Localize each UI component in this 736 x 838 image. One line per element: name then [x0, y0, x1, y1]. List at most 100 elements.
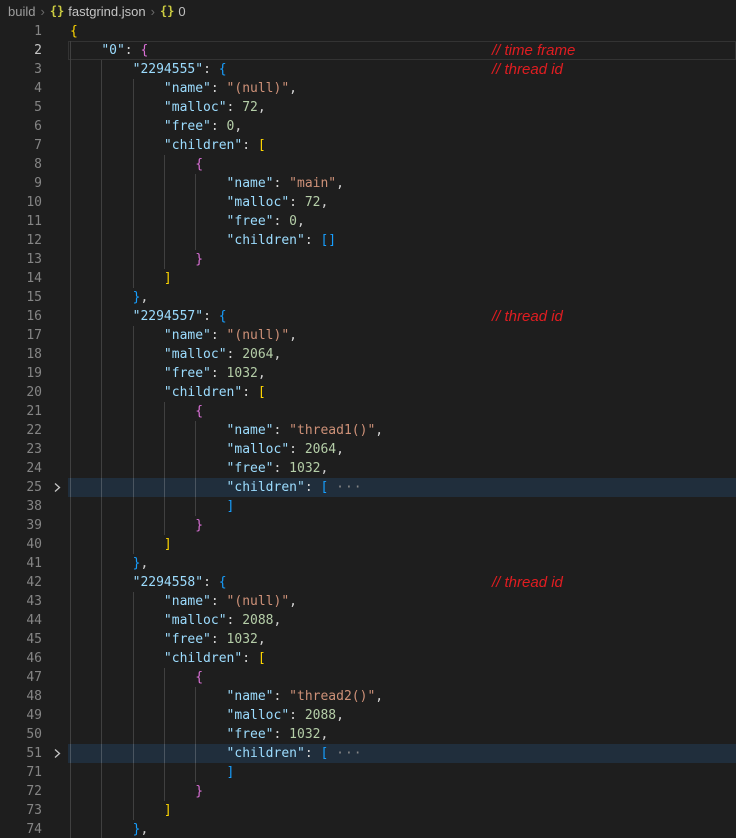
- line-number[interactable]: 14: [0, 269, 46, 288]
- line-number[interactable]: 19: [0, 364, 46, 383]
- line-number[interactable]: 51: [0, 744, 46, 763]
- code-content[interactable]: "0": {// time frame: [68, 41, 736, 60]
- line-number[interactable]: 2: [0, 41, 46, 60]
- code-content[interactable]: ]: [68, 801, 736, 820]
- line-number[interactable]: 18: [0, 345, 46, 364]
- line-number[interactable]: 48: [0, 687, 46, 706]
- folded-code-content[interactable]: "children": [ ···: [68, 744, 736, 763]
- code-content[interactable]: "free": 0,: [68, 212, 736, 231]
- indent-guide: [101, 459, 103, 478]
- line-number[interactable]: 8: [0, 155, 46, 174]
- line-number[interactable]: 11: [0, 212, 46, 231]
- breadcrumb-item-symbol[interactable]: 0: [178, 4, 185, 19]
- code-content[interactable]: "name": "(null)",: [68, 79, 736, 98]
- folded-code-content[interactable]: "children": [ ···: [68, 478, 736, 497]
- line-number[interactable]: 22: [0, 421, 46, 440]
- line-number[interactable]: 5: [0, 98, 46, 117]
- code-content[interactable]: ]: [68, 763, 736, 782]
- code-content[interactable]: "children": []: [68, 231, 736, 250]
- code-content[interactable]: }: [68, 516, 736, 535]
- line-number[interactable]: 3: [0, 60, 46, 79]
- code-content[interactable]: "children": [: [68, 136, 736, 155]
- line-number[interactable]: 49: [0, 706, 46, 725]
- line-number[interactable]: 21: [0, 402, 46, 421]
- code-content[interactable]: },: [68, 288, 736, 307]
- indent-guide: [70, 193, 71, 212]
- code-content[interactable]: ]: [68, 497, 736, 516]
- code-content[interactable]: "malloc": 72,: [68, 98, 736, 117]
- code-content[interactable]: },: [68, 554, 736, 573]
- line-number[interactable]: 25: [0, 478, 46, 497]
- code-content[interactable]: "2294555": {// thread id: [68, 60, 736, 79]
- fold-gutter[interactable]: [46, 478, 68, 497]
- line-number[interactable]: 40: [0, 535, 46, 554]
- line-number[interactable]: 47: [0, 668, 46, 687]
- line-number[interactable]: 1: [0, 22, 46, 41]
- code-content[interactable]: },: [68, 820, 736, 838]
- code-content[interactable]: }: [68, 250, 736, 269]
- code-content[interactable]: {: [68, 22, 736, 41]
- line-number[interactable]: 72: [0, 782, 46, 801]
- fold-chevron-icon[interactable]: [52, 482, 62, 493]
- code-content[interactable]: "2294558": {// thread id: [68, 573, 736, 592]
- code-content[interactable]: "malloc": 72,: [68, 193, 736, 212]
- code-content[interactable]: "2294557": {// thread id: [68, 307, 736, 326]
- code-content[interactable]: "malloc": 2088,: [68, 611, 736, 630]
- line-number[interactable]: 9: [0, 174, 46, 193]
- code-content[interactable]: {: [68, 668, 736, 687]
- line-number[interactable]: 4: [0, 79, 46, 98]
- line-number[interactable]: 41: [0, 554, 46, 573]
- line-number[interactable]: 46: [0, 649, 46, 668]
- code-content[interactable]: "name": "(null)",: [68, 592, 736, 611]
- line-number[interactable]: 50: [0, 725, 46, 744]
- line-number[interactable]: 20: [0, 383, 46, 402]
- code-content[interactable]: "name": "thread1()",: [68, 421, 736, 440]
- line-number[interactable]: 6: [0, 117, 46, 136]
- code-content[interactable]: ]: [68, 269, 736, 288]
- fold-ellipsis[interactable]: ···: [336, 480, 362, 495]
- line-number[interactable]: 16: [0, 307, 46, 326]
- code-content[interactable]: {: [68, 155, 736, 174]
- editor[interactable]: 1 {2 "0": {// time frame 3 "2294555": {// …: [0, 22, 736, 838]
- line-number[interactable]: 23: [0, 440, 46, 459]
- line-number[interactable]: 13: [0, 250, 46, 269]
- indent-guide: [132, 440, 134, 459]
- line-number[interactable]: 73: [0, 801, 46, 820]
- fold-ellipsis[interactable]: ···: [336, 746, 362, 761]
- line-number[interactable]: 45: [0, 630, 46, 649]
- code-content[interactable]: }: [68, 782, 736, 801]
- line-number[interactable]: 7: [0, 136, 46, 155]
- line-number[interactable]: 42: [0, 573, 46, 592]
- line-number[interactable]: 12: [0, 231, 46, 250]
- code-content[interactable]: "free": 1032,: [68, 364, 736, 383]
- code-content[interactable]: "name": "(null)",: [68, 326, 736, 345]
- code-content[interactable]: "free": 0,: [68, 117, 736, 136]
- code-content[interactable]: "free": 1032,: [68, 630, 736, 649]
- code-content[interactable]: "free": 1032,: [68, 459, 736, 478]
- line-number[interactable]: 43: [0, 592, 46, 611]
- line-number[interactable]: 15: [0, 288, 46, 307]
- fold-chevron-icon[interactable]: [52, 748, 62, 759]
- line-number[interactable]: 39: [0, 516, 46, 535]
- breadcrumb-item-file[interactable]: fastgrind.json: [68, 4, 145, 19]
- code-content[interactable]: "name": "main",: [68, 174, 736, 193]
- code-content[interactable]: "malloc": 2064,: [68, 345, 736, 364]
- code-content[interactable]: {: [68, 402, 736, 421]
- code-content[interactable]: "children": [: [68, 649, 736, 668]
- line-number[interactable]: 38: [0, 497, 46, 516]
- code-content[interactable]: "name": "thread2()",: [68, 687, 736, 706]
- code-content[interactable]: "free": 1032,: [68, 725, 736, 744]
- code-content[interactable]: "children": [: [68, 383, 736, 402]
- fold-gutter[interactable]: [46, 744, 68, 763]
- breadcrumb-item-folder[interactable]: build: [8, 4, 35, 19]
- line-number[interactable]: 17: [0, 326, 46, 345]
- line-number[interactable]: 10: [0, 193, 46, 212]
- line-number[interactable]: 24: [0, 459, 46, 478]
- code-text: "2294557": {: [132, 309, 227, 324]
- line-number[interactable]: 71: [0, 763, 46, 782]
- line-number[interactable]: 44: [0, 611, 46, 630]
- line-number[interactable]: 74: [0, 820, 46, 838]
- code-content[interactable]: "malloc": 2088,: [68, 706, 736, 725]
- code-content[interactable]: "malloc": 2064,: [68, 440, 736, 459]
- code-content[interactable]: ]: [68, 535, 736, 554]
